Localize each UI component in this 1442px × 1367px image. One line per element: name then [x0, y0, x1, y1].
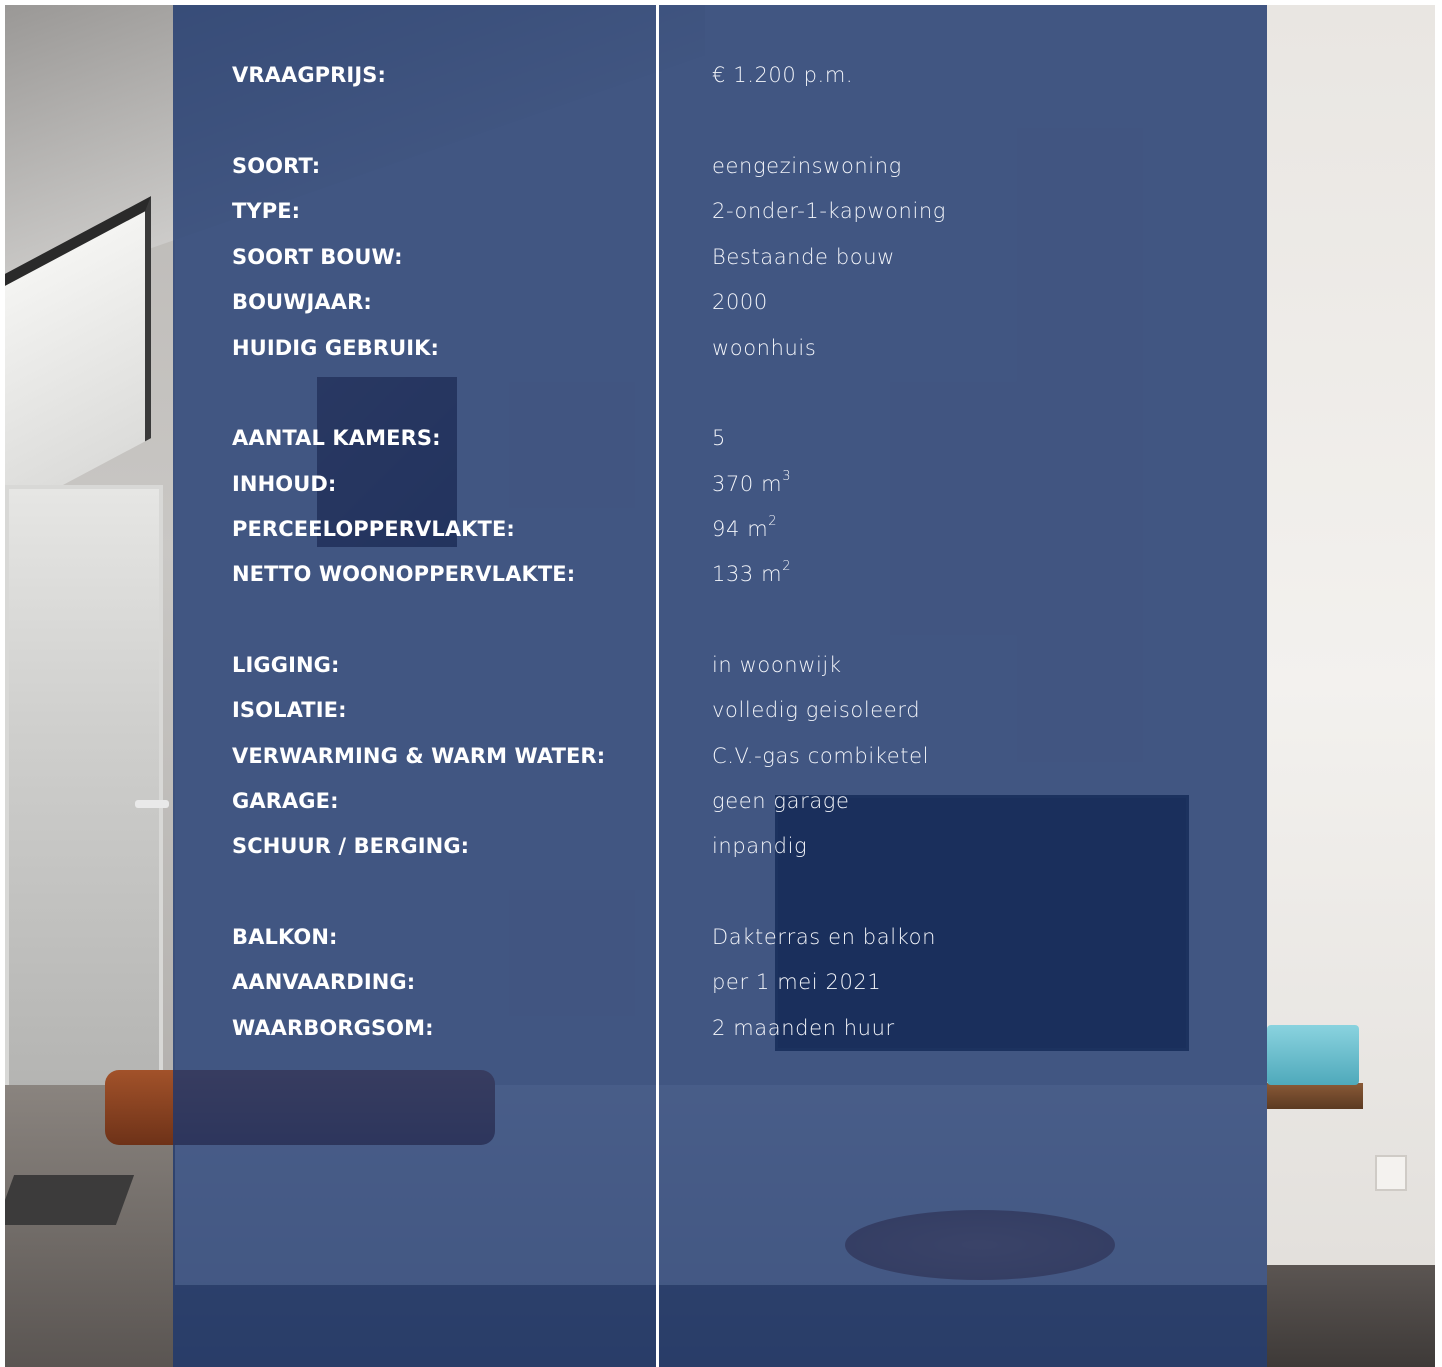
- spec-value-bouwjaar: 2000: [712, 290, 768, 314]
- spec-label-schuur-berging: SCHUUR / BERGING:: [232, 834, 470, 858]
- spec-value-aantal-kamers: 5: [712, 426, 726, 450]
- inhoud-unit-exponent: 3: [782, 469, 792, 484]
- spec-value-huidig-gebruik: woonhuis: [712, 336, 817, 360]
- inhoud-amount: 370 m: [712, 472, 783, 496]
- woon-unit-exponent: 2: [782, 559, 792, 574]
- spec-label-garage: GARAGE:: [232, 789, 339, 813]
- photo-rug: [5, 1175, 135, 1225]
- spec-value-waarborgsom: 2 maanden huur: [712, 1016, 895, 1040]
- photo-wall-outlet: [1375, 1155, 1407, 1191]
- woon-amount: 133 m: [712, 562, 783, 586]
- spec-value-balkon: Dakterras en balkon: [712, 925, 937, 949]
- spec-label-bouwjaar: BOUWJAAR:: [232, 290, 372, 314]
- spec-value-inhoud: 370 m3: [712, 470, 791, 498]
- spec-value-vraagprijs: € 1.200 p.m.: [712, 63, 854, 87]
- spec-label-aanvaarding: AANVAARDING:: [232, 970, 416, 994]
- spec-value-ligging: in woonwijk: [712, 653, 842, 677]
- photo-wood-shelf: [1267, 1083, 1363, 1109]
- spec-label-isolatie: ISOLATIE:: [232, 698, 347, 722]
- spec-value-perceeloppervlakte: 94 m2: [712, 515, 777, 543]
- spec-label-waarborgsom: WAARBORGSOM:: [232, 1016, 434, 1040]
- spec-value-garage: geen garage: [712, 789, 850, 813]
- spec-label-vraagprijs: VRAAGPRIJS:: [232, 63, 386, 87]
- spec-value-isolatie: volledig geisoleerd: [712, 698, 921, 722]
- photo-right-wall: [1267, 5, 1435, 1367]
- spec-label-type: TYPE:: [232, 199, 301, 223]
- spec-label-aantal-kamers: AANTAL KAMERS:: [232, 426, 441, 450]
- spec-value-netto-woonoppervlakte: 133 m2: [712, 560, 791, 588]
- perceel-unit-exponent: 2: [768, 514, 778, 529]
- spec-label-soort-bouw: SOORT BOUW:: [232, 245, 403, 269]
- spec-value-soort-bouw: Bestaande bouw: [712, 245, 895, 269]
- spec-label-huidig-gebruik: HUIDIG GEBRUIK:: [232, 336, 440, 360]
- spec-value-schuur-berging: inpandig: [712, 834, 808, 858]
- spec-label-verwarming: VERWARMING & WARM WATER:: [232, 744, 606, 768]
- photo-door-handle: [135, 800, 169, 808]
- spec-label-balkon: BALKON:: [232, 925, 338, 949]
- column-divider: [656, 5, 659, 1367]
- photo-right-floor: [1267, 1265, 1435, 1367]
- photo-record-player: [1267, 1025, 1359, 1085]
- spec-value-verwarming: C.V.-gas combiketel: [712, 744, 930, 768]
- spec-value-aanvaarding: per 1 mei 2021: [712, 970, 882, 994]
- spec-label-ligging: LIGGING:: [232, 653, 340, 677]
- spec-label-netto-woonoppervlakte: NETTO WOONOPPERVLAKTE:: [232, 562, 576, 586]
- spec-label-inhoud: INHOUD:: [232, 472, 337, 496]
- photo-door: [5, 485, 163, 1093]
- spec-value-soort: eengezinswoning: [712, 154, 902, 178]
- spec-label-soort: SOORT:: [232, 154, 321, 178]
- spec-value-type: 2-onder-1-kapwoning: [712, 199, 947, 223]
- spec-label-perceeloppervlakte: PERCEELOPPERVLAKTE:: [232, 517, 515, 541]
- perceel-amount: 94 m: [712, 517, 769, 541]
